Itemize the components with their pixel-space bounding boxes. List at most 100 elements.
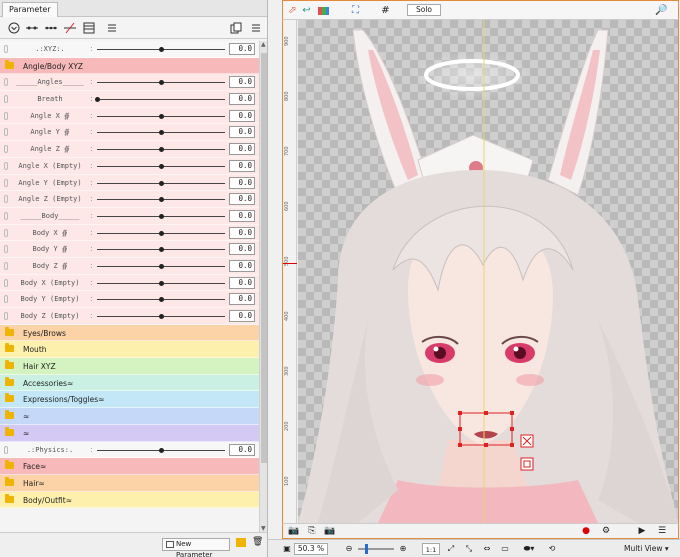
parameter-slider[interactable] bbox=[97, 247, 225, 253]
scroll-up-arrow-icon[interactable]: ▲ bbox=[261, 41, 266, 48]
list-view-icon[interactable] bbox=[104, 20, 120, 36]
zoom-in-icon[interactable]: ⊕ bbox=[398, 543, 408, 555]
parameter-group-row[interactable]: Face≈ bbox=[0, 458, 259, 475]
link-icon[interactable] bbox=[4, 211, 8, 220]
link-icon[interactable] bbox=[4, 128, 8, 137]
fit-view-icon[interactable]: ⛶ bbox=[349, 4, 362, 17]
solo-button[interactable]: Solo bbox=[407, 4, 441, 16]
slider-knob[interactable] bbox=[159, 180, 164, 186]
parameter-row[interactable]: Angle X ∯: 0.0 bbox=[0, 107, 259, 125]
zoom-1to1-button[interactable]: 1:1 bbox=[422, 543, 440, 555]
parameter-slider[interactable] bbox=[97, 180, 225, 186]
camera-icon[interactable]: 📷 bbox=[287, 525, 301, 537]
parameter-row[interactable]: _____Angles_____: 0.0 bbox=[0, 74, 259, 92]
camera-settings-icon[interactable]: 📷 bbox=[323, 525, 337, 537]
parameter-slider[interactable] bbox=[97, 213, 225, 219]
parameter-group-row[interactable]: ≈ bbox=[0, 408, 259, 425]
zoom-field[interactable]: 50.3 % bbox=[294, 543, 328, 555]
parameter-group-row[interactable]: Hair≈ bbox=[0, 474, 259, 492]
slider-knob[interactable] bbox=[159, 213, 164, 219]
parameter-slider[interactable] bbox=[97, 314, 225, 319]
parameter-slider[interactable] bbox=[97, 130, 225, 136]
parameter-row[interactable]: Angle X (Empty): 0.0 bbox=[0, 157, 259, 175]
color-tool-icon[interactable] bbox=[317, 4, 330, 17]
parameter-slider[interactable] bbox=[97, 47, 225, 52]
record-icon[interactable]: ● bbox=[579, 525, 593, 537]
slider-knob[interactable] bbox=[159, 80, 164, 86]
multi-view-select[interactable]: Multi View ▾ bbox=[624, 543, 676, 555]
parameter-list-scrollbar[interactable]: ▲ ▼ bbox=[259, 41, 267, 532]
parameter-value-field[interactable]: 0.0 bbox=[229, 276, 255, 289]
scrollbar-thumb[interactable] bbox=[261, 53, 267, 463]
link-icon[interactable] bbox=[4, 278, 8, 287]
fit-width-icon[interactable]: ⤡ bbox=[462, 543, 476, 555]
parameter-row[interactable]: Angle Y (Empty): 0.0 bbox=[0, 174, 259, 192]
parameter-value-field[interactable]: 0.0 bbox=[229, 176, 255, 189]
slider-knob[interactable] bbox=[159, 147, 164, 153]
parameter-row[interactable]: Body Y (Empty): 0.0 bbox=[0, 291, 259, 308]
parameter-group-row[interactable]: ≈ bbox=[0, 424, 259, 442]
parameter-group-row[interactable]: Eyes/Brows bbox=[0, 324, 259, 342]
link-icon[interactable] bbox=[4, 178, 8, 187]
parameter-value-field[interactable]: 0.0 bbox=[229, 143, 255, 156]
zoom-slider[interactable] bbox=[358, 544, 394, 554]
parameter-group-row[interactable]: Accessories≈ bbox=[0, 374, 259, 392]
canvas-area[interactable]: 900 800 700 600 500 400 300 200 100 bbox=[282, 20, 679, 523]
parameter-row[interactable]: .:XYZ:.: 0.0 bbox=[0, 41, 259, 58]
slider-knob[interactable] bbox=[159, 263, 164, 269]
parameter-value-field[interactable]: 0.0 bbox=[229, 43, 255, 55]
keyform-three-icon[interactable] bbox=[43, 20, 59, 36]
slider-knob[interactable] bbox=[159, 47, 164, 52]
parameter-slider[interactable] bbox=[95, 97, 225, 103]
parameter-slider[interactable] bbox=[97, 280, 225, 286]
fit-height-icon[interactable]: ⇔ bbox=[480, 543, 494, 555]
new-parameter-button[interactable]: New Parameter bbox=[162, 538, 230, 557]
link-icon[interactable] bbox=[4, 445, 8, 454]
parameter-value-field[interactable]: 0.0 bbox=[229, 209, 255, 222]
parameter-value-field[interactable]: 0.0 bbox=[229, 193, 255, 206]
parameter-group-row[interactable]: Body/Outfit≈ bbox=[0, 491, 259, 509]
zoom-out-icon[interactable]: ⊖ bbox=[344, 543, 354, 555]
reset-view-icon[interactable]: ⟲ bbox=[546, 543, 558, 555]
arrow-select-icon[interactable]: ⬀ bbox=[286, 4, 299, 17]
parameter-slider[interactable] bbox=[97, 113, 225, 119]
parameter-group-row[interactable]: Angle/Body XYZ bbox=[0, 57, 259, 75]
parameter-row[interactable]: Body X (Empty): 0.0 bbox=[0, 274, 259, 292]
zoom-slider-thumb[interactable] bbox=[365, 544, 368, 554]
link-icon[interactable] bbox=[4, 228, 8, 237]
parameter-group-row[interactable]: Mouth bbox=[0, 341, 259, 359]
view-toggle-icon[interactable]: ⬬▾ bbox=[518, 543, 540, 555]
slider-knob[interactable] bbox=[159, 113, 164, 119]
trash-icon[interactable]: 🗑 bbox=[252, 537, 263, 548]
playlist-icon[interactable]: ☰ bbox=[655, 525, 669, 537]
link-icon[interactable] bbox=[4, 161, 8, 170]
parameter-row[interactable]: Angle Z ∯: 0.0 bbox=[0, 141, 259, 158]
delete-keyform-icon[interactable] bbox=[62, 20, 78, 36]
parameter-value-field[interactable]: 0.0 bbox=[229, 443, 255, 456]
parameter-value-field[interactable]: 0.0 bbox=[229, 226, 255, 239]
parameter-row[interactable]: Body Y ∯: 0.0 bbox=[0, 241, 259, 258]
parameter-slider[interactable] bbox=[97, 197, 225, 203]
slider-knob[interactable] bbox=[159, 314, 164, 319]
link-icon[interactable] bbox=[4, 78, 8, 87]
copy-icon[interactable] bbox=[228, 20, 244, 36]
parameter-value-field[interactable]: 0.0 bbox=[229, 259, 255, 272]
parameter-value-field[interactable]: 0.0 bbox=[229, 109, 255, 122]
link-icon[interactable] bbox=[4, 245, 8, 254]
parameter-value-field[interactable]: 0.0 bbox=[229, 93, 255, 106]
parameter-row[interactable]: Angle Z (Empty): 0.0 bbox=[0, 191, 259, 208]
parameter-row[interactable]: Breath: 0.0 bbox=[0, 91, 259, 108]
link-icon[interactable] bbox=[4, 312, 8, 320]
slider-knob[interactable] bbox=[159, 130, 164, 136]
link-icon[interactable] bbox=[4, 95, 8, 104]
slider-knob[interactable] bbox=[159, 197, 164, 203]
slider-knob[interactable] bbox=[159, 280, 164, 286]
settings-gear-icon[interactable]: ⚙ bbox=[599, 525, 613, 537]
parameter-row[interactable]: _____Body_____: 0.0 bbox=[0, 207, 259, 225]
parameter-row[interactable]: .:Physics:.: 0.0 bbox=[0, 441, 259, 459]
parameter-slider[interactable] bbox=[97, 163, 225, 169]
parameter-value-field[interactable]: 0.0 bbox=[229, 293, 255, 306]
collapse-all-icon[interactable] bbox=[6, 20, 22, 36]
navigator-icon[interactable]: ▣ bbox=[282, 543, 292, 555]
parameter-slider[interactable] bbox=[97, 230, 225, 236]
